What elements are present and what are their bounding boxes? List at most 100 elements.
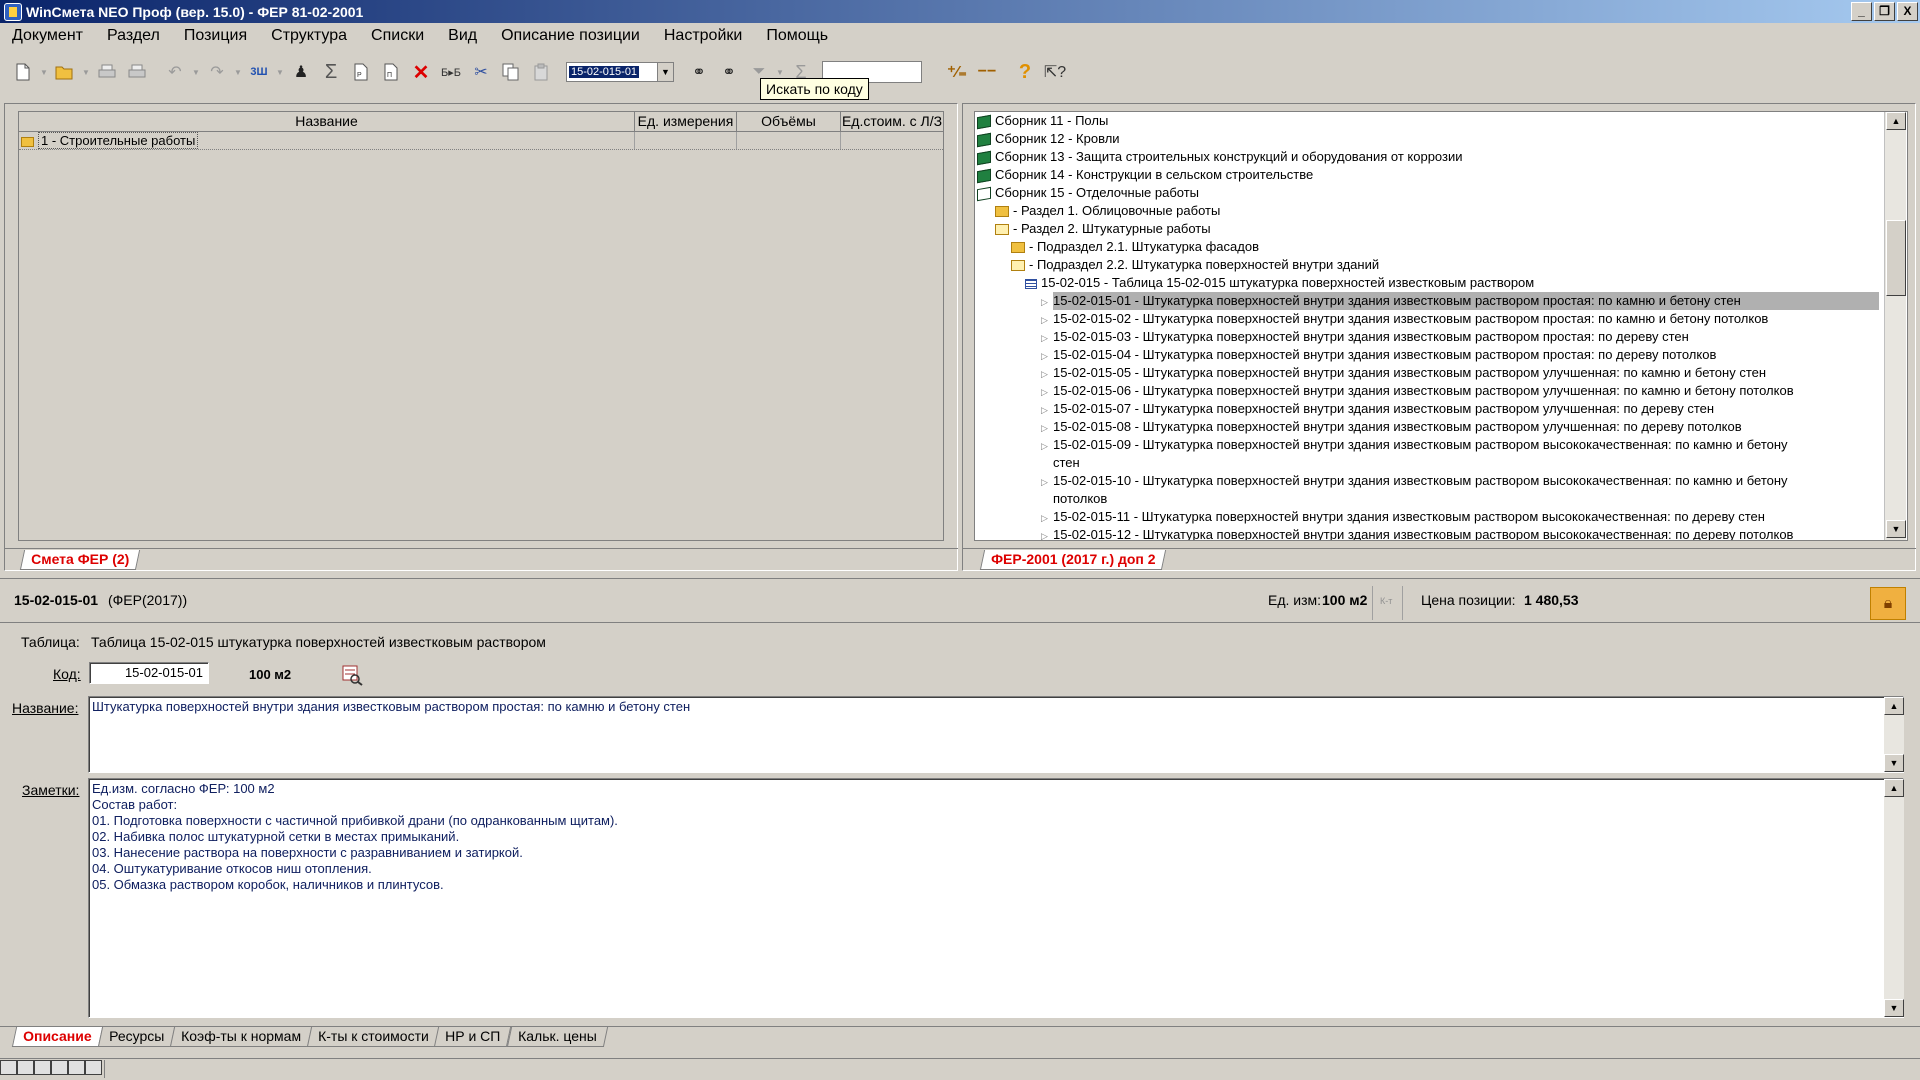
tree-node[interactable]: 15-02-015 - Таблица 15-02-015 штукатурка…: [1025, 274, 1534, 292]
tree-item[interactable]: ▷ 15-02-015-07 - Штукатурка поверхностей …: [1041, 400, 1714, 419]
expand-triangle-icon[interactable]: ▷: [1041, 365, 1053, 383]
resource-p-icon[interactable]: P: [346, 58, 376, 86]
tab-norm-coefficients[interactable]: Коэф-ты к нормам: [169, 1027, 312, 1047]
lookup-icon[interactable]: [341, 664, 363, 686]
tree-item[interactable]: ▷ 15-02-015-10 - Штукатурка поверхностей …: [1041, 472, 1788, 491]
binoculars-icon[interactable]: ⚭: [684, 58, 714, 86]
expand-triangle-icon[interactable]: ▷: [1041, 509, 1053, 527]
tree-node[interactable]: Сборник 11 - Полы: [977, 112, 1108, 130]
tree-item[interactable]: ▷ 15-02-015-06 - Штукатурка поверхностей …: [1041, 382, 1794, 401]
code-search-combo[interactable]: 15-02-015-01 ▼: [566, 62, 674, 82]
tab-estimate-fer[interactable]: Смета ФЕР (2): [19, 550, 141, 570]
tree-scrollbar[interactable]: ▲ ▼: [1884, 112, 1906, 540]
scroll-up-icon[interactable]: ▲: [1886, 112, 1906, 130]
layout-6-icon[interactable]: [85, 1060, 102, 1075]
layout-2-icon[interactable]: [17, 1060, 34, 1075]
tab-catalog-fer2001[interactable]: ФЕР-2001 (2017 г.) доп 2: [979, 550, 1167, 570]
tree-node[interactable]: Сборник 15 - Отделочные работы: [977, 184, 1199, 202]
tab-price-calculation[interactable]: Кальк. цены: [506, 1027, 608, 1047]
code-input[interactable]: 15-02-015-01: [89, 662, 209, 684]
new-dropdown-icon[interactable]: ▼: [38, 58, 50, 86]
chevron-down-icon[interactable]: ▼: [657, 63, 673, 81]
move-icon[interactable]: Б▸Б: [436, 58, 466, 86]
expand-triangle-icon[interactable]: ▷: [1041, 329, 1053, 347]
catalog-tree[interactable]: Сборник 11 - Полы Сборник 12 - Кровли Сб…: [974, 111, 1908, 541]
minimize-button[interactable]: _: [1851, 2, 1872, 21]
scroll-down-icon[interactable]: ▼: [1884, 754, 1904, 772]
notes-scrollbar[interactable]: ▲ ▼: [1884, 779, 1904, 1017]
col-cost-header[interactable]: Ед.стоим. с Л/З: [841, 112, 943, 131]
sum-icon[interactable]: Σ: [316, 58, 346, 86]
scroll-up-icon[interactable]: ▲: [1884, 779, 1904, 797]
menu-structure[interactable]: Структура: [259, 27, 359, 45]
layout-4-icon[interactable]: [51, 1060, 68, 1075]
tree-item[interactable]: ▷ 15-02-015-04 - Штукатурка поверхностей …: [1041, 346, 1716, 365]
tree-node[interactable]: Сборник 14 - Конструкции в сельском стро…: [977, 166, 1313, 184]
tree-item[interactable]: ▷ 15-02-015-11 - Штукатурка поверхностей …: [1041, 508, 1765, 527]
estimate-table[interactable]: Название Ед. измерения Объёмы Ед.стоим. …: [18, 111, 944, 541]
col-volume-header[interactable]: Объёмы: [737, 112, 841, 131]
cut-icon[interactable]: ✂: [466, 58, 496, 86]
tab-cost-coefficients[interactable]: К-ты к стоимости: [306, 1027, 440, 1047]
tree-item[interactable]: ▷ 15-02-015-02 - Штукатурка поверхностей …: [1041, 310, 1768, 329]
menu-lists[interactable]: Списки: [359, 27, 436, 45]
menu-position[interactable]: Позиция: [172, 27, 259, 45]
paste-icon[interactable]: [526, 58, 556, 86]
tree-item[interactable]: ▷ 15-02-015-08 - Штукатурка поверхностей …: [1041, 418, 1742, 437]
help-icon[interactable]: ?: [1010, 58, 1040, 86]
print-preview-icon[interactable]: [122, 58, 152, 86]
delete-icon[interactable]: ✕: [406, 58, 436, 86]
notes-textarea[interactable]: Ед.изм. согласно ФЕР: 100 м2 Состав рабо…: [88, 778, 1904, 1018]
expand-triangle-icon[interactable]: ▷: [1041, 527, 1053, 540]
resource-n-icon[interactable]: П: [376, 58, 406, 86]
tree-item-selected[interactable]: ▷ 15-02-015-01 - Штукатурка поверхностей …: [1041, 292, 1879, 311]
scroll-up-icon[interactable]: ▲: [1884, 697, 1904, 715]
layout-3-icon[interactable]: [34, 1060, 51, 1075]
undo-icon[interactable]: ↶: [160, 58, 190, 86]
open-dropdown-icon[interactable]: ▼: [80, 58, 92, 86]
tree-item[interactable]: ▷ 15-02-015-09 - Штукатурка поверхностей …: [1041, 436, 1788, 455]
new-document-icon[interactable]: [8, 58, 38, 86]
menu-view[interactable]: Вид: [436, 27, 489, 45]
name-textarea[interactable]: Штукатурка поверхностей внутри здания из…: [88, 696, 1904, 773]
tree-node[interactable]: - Подраздел 2.2. Штукатурка поверхностей…: [1011, 256, 1379, 274]
print-icon[interactable]: [92, 58, 122, 86]
expand-triangle-icon[interactable]: ▷: [1041, 311, 1053, 329]
tree-node[interactable]: Сборник 12 - Кровли: [977, 130, 1120, 148]
binoculars-next-icon[interactable]: ⚭: [714, 58, 744, 86]
tree-node[interactable]: - Подраздел 2.1. Штукатурка фасадов: [1011, 238, 1259, 256]
app-icon[interactable]: [4, 2, 22, 21]
open-folder-icon[interactable]: [50, 58, 80, 86]
menu-settings[interactable]: Настройки: [652, 27, 754, 45]
scroll-down-icon[interactable]: ▼: [1884, 999, 1904, 1017]
tree-item[interactable]: ▷ 15-02-015-03 - Штукатурка поверхностей …: [1041, 328, 1689, 347]
copy-icon[interactable]: [496, 58, 526, 86]
name-scrollbar[interactable]: ▲ ▼: [1884, 697, 1904, 772]
expand-triangle-icon[interactable]: ▷: [1041, 383, 1053, 401]
tab-description[interactable]: Описание: [11, 1027, 103, 1047]
maximize-button[interactable]: ❐: [1874, 2, 1895, 21]
table-row[interactable]: 1 - Строительные работы: [19, 132, 943, 150]
expand-triangle-icon[interactable]: ▷: [1041, 437, 1053, 455]
calc-dropdown-icon[interactable]: ▼: [274, 58, 286, 86]
expand-triangle-icon[interactable]: ▷: [1041, 293, 1053, 311]
scroll-thumb[interactable]: [1886, 220, 1906, 296]
tree-node[interactable]: - Раздел 2. Штукатурные работы: [995, 220, 1211, 238]
expand-triangle-icon[interactable]: ▷: [1041, 347, 1053, 365]
lock-button[interactable]: 🔒︎: [1870, 587, 1906, 620]
expand-triangle-icon[interactable]: ▷: [1041, 419, 1053, 437]
expand-triangle-icon[interactable]: ▷: [1041, 401, 1053, 419]
tab-resources[interactable]: Ресурсы: [97, 1027, 175, 1047]
redo-dropdown-icon[interactable]: ▼: [232, 58, 244, 86]
undo-dropdown-icon[interactable]: ▼: [190, 58, 202, 86]
tree-item[interactable]: ▷ 15-02-015-12 - Штукатурка поверхностей …: [1041, 526, 1793, 540]
redo-icon[interactable]: ↷: [202, 58, 232, 86]
layout-5-icon[interactable]: [68, 1060, 85, 1075]
remove-coefficient-icon[interactable]: −−: [972, 58, 1002, 86]
context-help-icon[interactable]: ⇱?: [1040, 58, 1070, 86]
col-unit-header[interactable]: Ед. измерения: [635, 112, 737, 131]
menu-position-description[interactable]: Описание позиции: [489, 27, 652, 45]
close-button[interactable]: X: [1897, 2, 1918, 21]
add-coefficient-icon[interactable]: ⁺∕₌: [942, 58, 972, 86]
layout-1-icon[interactable]: [0, 1060, 17, 1075]
